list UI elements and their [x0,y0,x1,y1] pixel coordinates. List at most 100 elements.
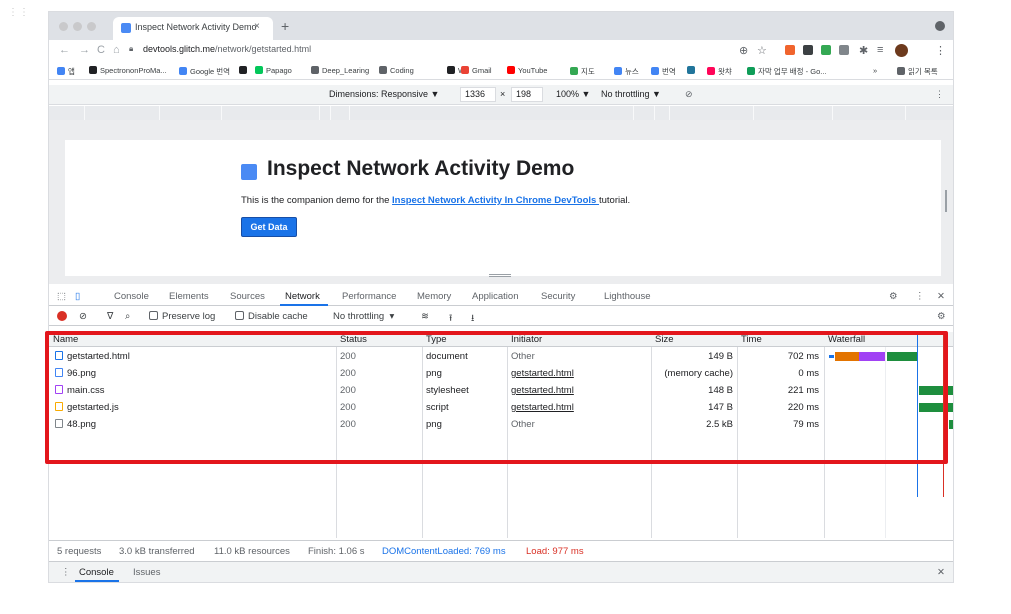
filter-icon[interactable]: ∇ [107,311,113,322]
bookmark-icon [461,66,469,74]
get-data-button[interactable]: Get Data [241,217,297,237]
bookmark-item[interactable]: 번역 [651,66,676,77]
device-toggle-icon[interactable]: ▯ [75,291,80,302]
tab-lighthouse[interactable]: Lighthouse [604,291,650,302]
kebab-menu-icon[interactable]: ⋮ [915,291,925,302]
throttling-select[interactable]: No throttling ▾ [333,311,394,322]
bookmark-label: 왓챠 [718,67,732,76]
reading-list-icon [897,67,905,75]
drawer-active-indicator [75,580,119,582]
url-bar[interactable]: devtools.glitch.me/network/getstarted.ht… [143,44,311,54]
close-drawer-icon[interactable]: ✕ [937,567,945,578]
drawer-menu-icon[interactable]: ⋮ [61,567,71,578]
search-icon[interactable]: ⌕ [125,311,130,322]
extension-icon[interactable] [803,45,813,55]
drawer-tab-issues[interactable]: Issues [133,567,160,578]
disable-cache-label: Disable cache [248,311,308,322]
throttling-dropdown[interactable]: No throttling ▼ [601,89,661,99]
tab-memory[interactable]: Memory [417,291,451,302]
dimensions-dropdown[interactable]: Dimensions: Responsive ▼ [329,89,439,99]
bookmark-item[interactable]: Deep_Learing [311,66,369,75]
throttling-value: No throttling [333,311,385,322]
bookmark-item[interactable] [239,66,250,75]
tab-performance[interactable]: Performance [342,291,396,302]
browser-tab[interactable]: Inspect Network Activity Demo × [113,17,273,40]
drawer-tab-console[interactable]: Console [79,567,114,578]
close-window-button[interactable] [59,22,68,31]
load-time: Load: 977 ms [526,546,584,557]
reading-list-icon[interactable]: ≡ [877,44,883,56]
close-devtools-icon[interactable]: ✕ [937,291,945,302]
reload-icon[interactable]: C [97,44,105,56]
bookmark-icon [687,66,695,74]
desc-suffix: tutorial. [598,195,631,206]
height-input[interactable]: 198 [511,87,543,102]
avatar[interactable] [895,44,908,57]
url-host: devtools.glitch.me [143,44,216,54]
tab-console[interactable]: Console [114,291,149,302]
bookmark-item[interactable]: 앱 [57,66,75,77]
bookmark-icon [255,66,263,74]
bookmark-item[interactable]: 자막 업무 배정 - Go... [747,66,827,77]
tab-close-icon[interactable]: × [254,21,260,32]
puzzle-icon[interactable]: ✱ [859,44,868,57]
highlight-box [45,331,948,464]
tab-sources[interactable]: Sources [230,291,265,302]
bookmark-item[interactable]: SpectrononProMa... [89,66,167,75]
bookmark-label: Coding [390,66,414,75]
resize-handle[interactable] [489,274,511,277]
bookmark-item[interactable]: YouTube [507,66,547,75]
inspect-element-icon[interactable]: ⬚ [57,291,66,302]
extension-icon[interactable] [821,45,831,55]
rotate-icon[interactable]: ⊘ [685,89,693,100]
wifi-icon[interactable]: ≋ [421,311,429,322]
extension-icon[interactable] [839,45,849,55]
reading-list-button[interactable]: 읽기 목록 [897,66,938,77]
clear-icon[interactable]: ⊘ [79,311,87,322]
new-tab-button[interactable]: + [281,18,289,34]
record-icon[interactable] [57,311,67,321]
extension-icon[interactable] [785,45,795,55]
tab-application[interactable]: Application [472,291,518,302]
bookmark-label: 앱 [68,67,75,76]
download-icon[interactable]: ⭳ [471,311,474,327]
bookmark-item[interactable]: 뉴스 [614,66,639,77]
zoom-icon[interactable]: ⊕ [739,44,748,57]
favicon-icon [121,23,131,33]
tab-elements[interactable]: Elements [169,291,209,302]
forward-icon[interactable]: → [79,44,90,56]
bookmark-item[interactable]: 왓챠 [707,66,732,77]
bookmark-item[interactable] [687,66,698,75]
network-settings-icon[interactable]: ⚙ [937,311,946,322]
tab-security[interactable]: Security [541,291,575,302]
back-icon[interactable]: ← [59,44,70,56]
drawer: ⋮ Console Issues ✕ [49,561,953,582]
gear-icon[interactable]: ⚙ [889,291,898,302]
disable-cache-checkbox[interactable]: Disable cache [235,311,308,322]
preserve-log-checkbox[interactable]: Preserve log [149,311,215,322]
upload-icon[interactable]: ⭱ [449,311,452,327]
bookmark-item[interactable]: Papago [255,66,292,75]
menu-icon[interactable]: ⋮ [935,44,946,57]
star-icon[interactable]: ☆ [757,44,767,57]
maximize-window-button[interactable] [87,22,96,31]
tab-network[interactable]: Network [285,291,320,302]
checkbox-icon [235,311,244,320]
desc-prefix: This is the companion demo for the [241,195,393,206]
bookmarks-more-button[interactable]: » [873,66,877,75]
page-title: Inspect Network Activity Demo [267,157,575,180]
bookmark-item[interactable]: Gmail [461,66,492,75]
scrollbar-thumb[interactable] [945,190,947,212]
tab-search-icon[interactable] [935,21,945,31]
minimize-window-button[interactable] [73,22,82,31]
zoom-dropdown[interactable]: 100% ▼ [556,89,590,99]
bookmark-item[interactable]: Coding [379,66,414,75]
bookmark-item[interactable]: 지도 [570,66,595,77]
device-menu-icon[interactable]: ⋮ [935,89,944,100]
address-row: ← → C ⌂ 🔒︎ devtools.glitch.me/network/ge… [49,40,953,62]
bookmark-item[interactable]: Google 번역 [179,66,230,77]
tutorial-link[interactable]: Inspect Network Activity In Chrome DevTo… [392,195,599,206]
request-count: 5 requests [57,546,102,557]
width-input[interactable]: 1336 [460,87,496,102]
home-icon[interactable]: ⌂ [113,44,120,56]
